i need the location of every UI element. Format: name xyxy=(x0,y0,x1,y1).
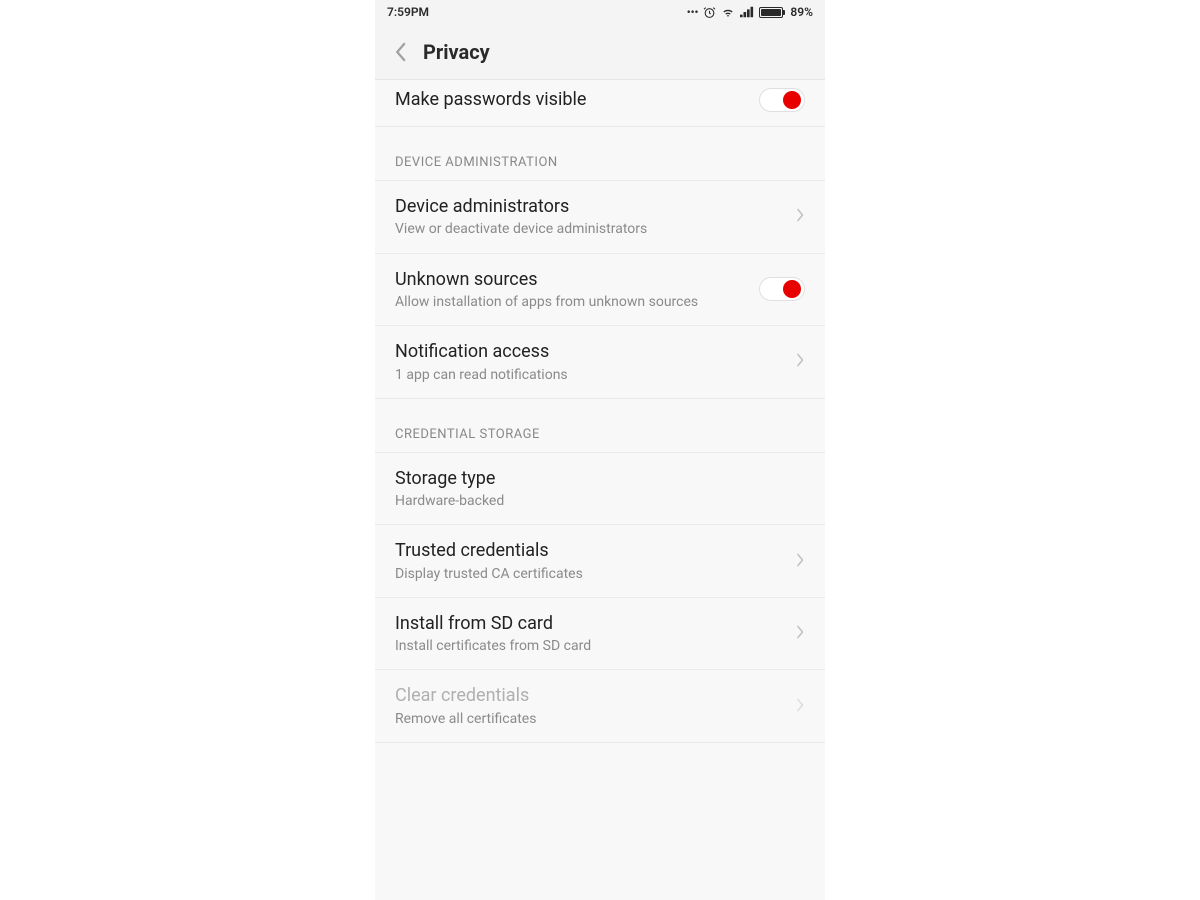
back-button[interactable] xyxy=(383,34,419,70)
row-text: Trusted credentials Display trusted CA c… xyxy=(395,539,786,583)
row-text: Unknown sources Allow installation of ap… xyxy=(395,268,749,312)
status-right: ••• 89% xyxy=(687,5,813,19)
row-trusted-credentials[interactable]: Trusted credentials Display trusted CA c… xyxy=(375,525,825,598)
settings-content[interactable]: Make passwords visible DEVICE ADMINISTRA… xyxy=(375,80,825,900)
header-bar: Privacy xyxy=(375,24,825,80)
row-text: Install from SD card Install certificate… xyxy=(395,612,786,656)
toggle-make-passwords-visible[interactable] xyxy=(759,88,805,112)
row-text: Clear credentials Remove all certificate… xyxy=(395,684,786,728)
toggle-knob xyxy=(783,91,801,109)
chevron-right-icon xyxy=(796,552,805,571)
row-title: Notification access xyxy=(395,340,786,363)
battery-icon xyxy=(759,7,785,18)
row-title: Unknown sources xyxy=(395,268,749,291)
chevron-right-icon xyxy=(796,624,805,643)
row-text: Device administrators View or deactivate… xyxy=(395,195,786,239)
row-text: Notification access 1 app can read notif… xyxy=(395,340,786,384)
row-text: Storage type Hardware-backed xyxy=(395,467,805,511)
row-unknown-sources[interactable]: Unknown sources Allow installation of ap… xyxy=(375,254,825,327)
wifi-icon xyxy=(721,6,735,19)
chevron-right-icon xyxy=(796,697,805,716)
chevron-right-icon xyxy=(796,207,805,226)
row-subtitle: Display trusted CA certificates xyxy=(395,565,786,583)
row-title: Install from SD card xyxy=(395,612,786,635)
row-title: Clear credentials xyxy=(395,684,786,707)
toggle-unknown-sources[interactable] xyxy=(759,277,805,301)
row-subtitle: Hardware-backed xyxy=(395,492,805,510)
row-subtitle: View or deactivate device administrators xyxy=(395,220,786,238)
row-subtitle: Allow installation of apps from unknown … xyxy=(395,293,749,311)
more-icon: ••• xyxy=(687,6,699,19)
row-notification-access[interactable]: Notification access 1 app can read notif… xyxy=(375,326,825,399)
section-credential-storage: CREDENTIAL STORAGE xyxy=(375,399,825,453)
signal-icon xyxy=(740,6,754,18)
alarm-icon xyxy=(703,6,716,19)
row-subtitle: Remove all certificates xyxy=(395,710,786,728)
row-title: Make passwords visible xyxy=(395,88,749,111)
row-clear-credentials: Clear credentials Remove all certificate… xyxy=(375,670,825,743)
row-title: Device administrators xyxy=(395,195,786,218)
phone-frame: 7:59PM ••• 89% xyxy=(375,0,825,900)
row-subtitle: 1 app can read notifications xyxy=(395,366,786,384)
chevron-right-icon xyxy=(796,352,805,371)
toggle-knob xyxy=(783,280,801,298)
chevron-left-icon xyxy=(394,42,408,62)
row-storage-type: Storage type Hardware-backed xyxy=(375,453,825,526)
row-make-passwords-visible[interactable]: Make passwords visible xyxy=(375,80,825,127)
page-title: Privacy xyxy=(423,40,490,64)
status-bar: 7:59PM ••• 89% xyxy=(375,0,825,24)
section-device-administration: DEVICE ADMINISTRATION xyxy=(375,127,825,181)
row-subtitle: Install certificates from SD card xyxy=(395,637,786,655)
battery-percent: 89% xyxy=(790,5,813,19)
row-install-from-sd-card[interactable]: Install from SD card Install certificate… xyxy=(375,598,825,671)
status-time: 7:59PM xyxy=(387,5,429,19)
row-text: Make passwords visible xyxy=(395,88,749,111)
row-title: Trusted credentials xyxy=(395,539,786,562)
row-title: Storage type xyxy=(395,467,805,490)
row-device-administrators[interactable]: Device administrators View or deactivate… xyxy=(375,181,825,254)
